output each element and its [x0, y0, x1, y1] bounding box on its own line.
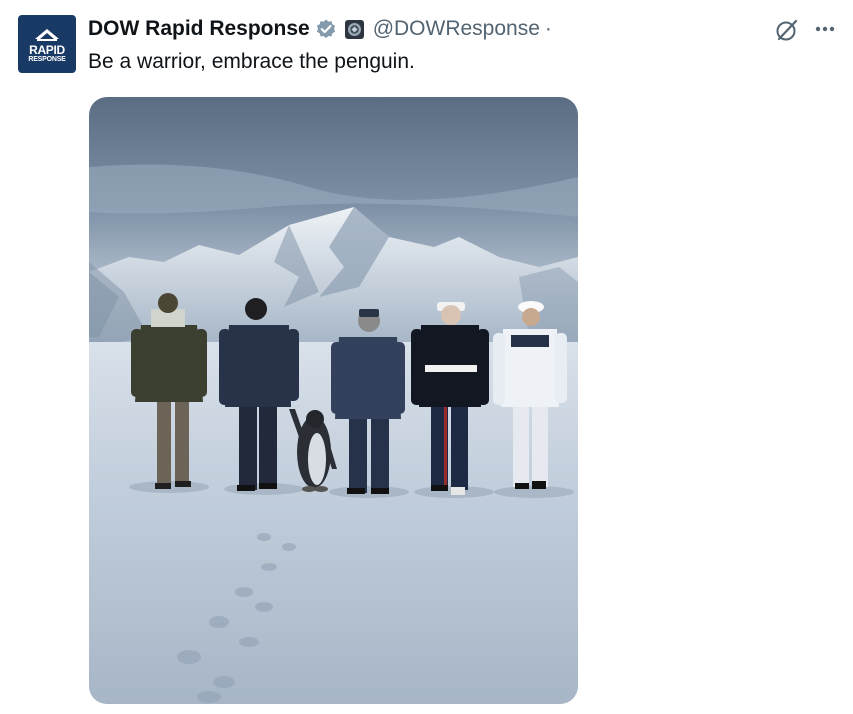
tweet-text: Be a warrior, embrace the penguin. [88, 50, 415, 73]
verified-badge-icon[interactable] [315, 18, 337, 40]
tweet-image[interactable] [89, 97, 578, 704]
pentagon-logo-icon [35, 28, 59, 41]
separator-dot: · [544, 17, 552, 40]
handle[interactable]: @DOWResponse [373, 17, 540, 41]
more-options-icon[interactable] [812, 18, 838, 40]
avatar[interactable]: RAPID RESPONSE [18, 15, 76, 73]
image-scene [89, 97, 578, 704]
affiliation-badge-icon[interactable] [344, 19, 364, 39]
tweet[interactable]: RAPID RESPONSE DOW Rapid Response @DOWRe… [0, 0, 853, 714]
grok-icon[interactable] [774, 17, 800, 43]
avatar-text-line2: RESPONSE [28, 55, 66, 63]
avatar-text-line1: RAPID [29, 42, 65, 57]
display-name[interactable]: DOW Rapid Response [88, 17, 310, 41]
tweet-header: DOW Rapid Response @DOWResponse · [88, 14, 552, 44]
